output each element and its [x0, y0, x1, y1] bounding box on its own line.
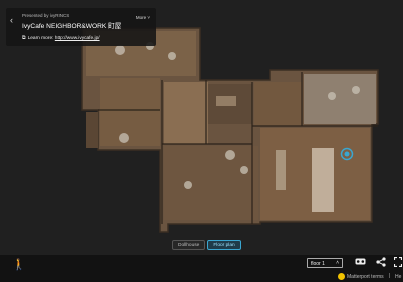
person-walking-icon[interactable]: 🚶 [12, 258, 26, 271]
bottom-toolbar: 🚶 floor 1 ˄ Matterport terms | He [0, 255, 403, 282]
vr-headset-icon[interactable] [355, 257, 366, 269]
learn-more-link[interactable]: http://www.ivycafe.jp/ [55, 36, 100, 41]
share-icon[interactable] [376, 257, 386, 270]
room-bottom-center [164, 146, 258, 220]
dollhouse-button[interactable]: Dollhouse [172, 240, 206, 250]
floor-select[interactable]: floor 1 ˄ [307, 258, 343, 268]
external-link-icon: ⧉ [22, 35, 26, 41]
space-title: IvyCafe NEIGHBOR&WORK 町屋 [22, 23, 122, 30]
learn-more-label: Learn more: [27, 36, 54, 41]
learn-more-row: ⧉ Learn more: http://www.ivycafe.jp/ [22, 35, 100, 41]
info-card: ‹ Presented by ivyRINCS IvyCafe NEIGHBOR… [6, 8, 156, 46]
view-mode-toggle: Dollhouse Floor plan [172, 240, 241, 250]
floor-select-value: floor 1 [311, 260, 325, 267]
footer: Matterport terms | He [0, 272, 403, 282]
room-center-upper [164, 82, 208, 144]
more-button[interactable]: More ˅ [136, 15, 150, 20]
presented-by-label: Presented by ivyRINCS [22, 13, 70, 18]
room-left-middle [100, 78, 160, 146]
back-arrow-icon[interactable]: ‹ [10, 15, 13, 25]
room-upper-right-a [254, 82, 302, 126]
help-link[interactable]: He [395, 274, 401, 280]
footer-separator: | [389, 273, 391, 279]
room-upper-right-b [304, 74, 376, 124]
matterport-terms-link[interactable]: Matterport terms [347, 274, 384, 280]
fullscreen-icon[interactable] [393, 256, 403, 270]
chevron-down-icon: ˄ [336, 260, 339, 266]
corridor-left [86, 112, 98, 148]
3d-viewport[interactable]: ‹ Presented by ivyRINCS IvyCafe NEIGHBOR… [0, 0, 403, 255]
matterport-logo-icon [338, 273, 345, 280]
floor-plan-button[interactable]: Floor plan [207, 240, 241, 250]
